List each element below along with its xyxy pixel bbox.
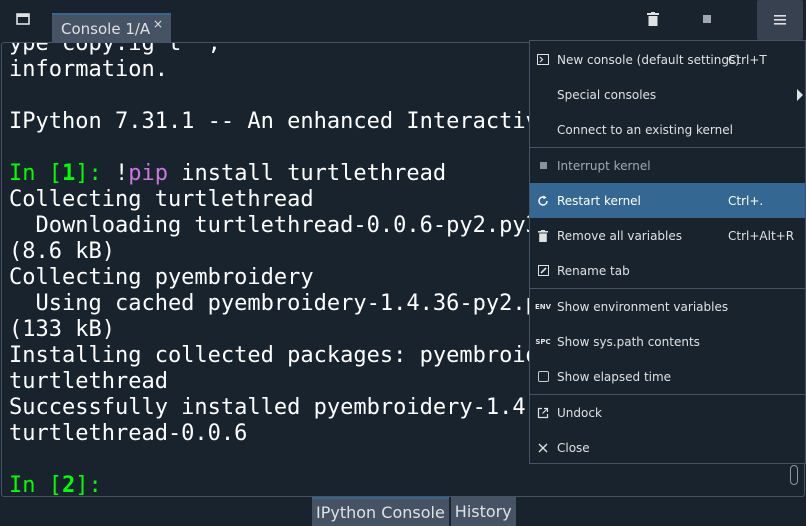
menu-item-undock[interactable]: Undock — [530, 395, 805, 430]
menu-item-interrupt-kernel: Interrupt kernel — [530, 148, 805, 183]
close-tab-icon[interactable]: × — [153, 17, 163, 31]
spc-icon: SPC — [535, 337, 551, 346]
tab-title: Console 1/A — [61, 19, 151, 38]
console-line: Installing collected packages: pyembroid… — [9, 343, 592, 368]
console-line: information. — [9, 57, 168, 82]
menu-item-restart-kernel[interactable]: Restart kernel Ctrl+. — [530, 183, 805, 218]
console-line: (133 kB) — [9, 317, 115, 342]
menu-item-special-consoles[interactable]: Special consoles — [530, 77, 805, 112]
options-menu-button[interactable] — [757, 0, 803, 40]
tab-console[interactable]: Console 1/A × — [52, 13, 171, 42]
menu-item-remove-variables[interactable]: Remove all variables Ctrl+Alt+R — [530, 218, 805, 253]
tab-ipython-console[interactable]: IPython Console — [312, 497, 449, 526]
menu-item-rename-tab[interactable]: Rename tab — [530, 253, 805, 288]
console-line: Collecting pyembroidery — [9, 265, 314, 290]
trash-icon — [536, 229, 550, 243]
remove-variables-icon[interactable] — [644, 10, 662, 28]
menu-item-close[interactable]: Close — [530, 430, 805, 465]
scrollbar-handle[interactable] — [790, 465, 798, 485]
env-icon: ENV — [534, 302, 552, 311]
hamburger-icon — [774, 15, 786, 25]
terminal-icon — [536, 53, 550, 67]
close-icon — [536, 441, 550, 455]
bottom-tab-bar: IPython Console History — [312, 497, 516, 526]
interrupt-kernel-icon[interactable] — [698, 10, 716, 28]
console-line: turtlethread-0.0.6 — [9, 421, 248, 446]
menu-item-new-console[interactable]: New console (default settings) Ctrl+T — [530, 42, 805, 77]
input-prompt-1: In [1]: !pip install turtlethread — [9, 161, 447, 186]
menu-item-elapsed-time[interactable]: Show elapsed time — [530, 359, 805, 394]
restart-icon — [536, 194, 550, 208]
rename-icon — [536, 264, 550, 278]
console-line: turtlethread — [9, 369, 168, 394]
tab-history[interactable]: History — [450, 497, 516, 526]
window-options-icon[interactable] — [14, 10, 32, 28]
stop-square-icon — [536, 159, 550, 173]
submenu-arrow-icon — [797, 88, 803, 101]
console-line: Successfully installed pyembroidery-1.4.… — [9, 395, 566, 420]
console-line: Collecting turtlethread — [9, 187, 314, 212]
input-prompt-2[interactable]: In [2]: — [9, 473, 115, 496]
checkbox-icon[interactable] — [536, 370, 550, 384]
tab-bar: Console 1/A × — [0, 0, 806, 42]
options-menu: New console (default settings) Ctrl+T Sp… — [529, 40, 806, 464]
console-line: (8.6 kB) — [9, 239, 115, 264]
menu-item-show-syspath[interactable]: SPC Show sys.path contents — [530, 324, 805, 359]
menu-item-connect-kernel[interactable]: Connect to an existing kernel — [530, 112, 805, 147]
undock-icon — [536, 406, 550, 420]
menu-item-show-env[interactable]: ENV Show environment variables — [530, 289, 805, 324]
console-line: ype copy.ig t , — [9, 42, 221, 56]
